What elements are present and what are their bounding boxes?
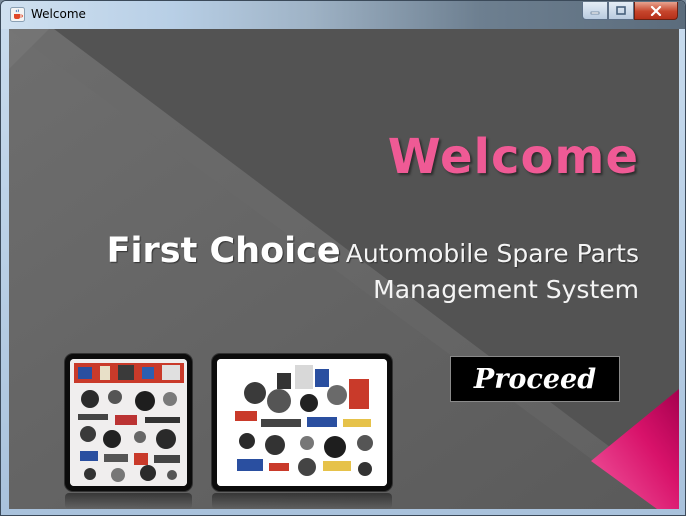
headline-line-2: Management System — [373, 275, 639, 304]
spare-parts-image-1 — [70, 359, 187, 486]
photo-1-reflection — [65, 493, 192, 509]
welcome-panel: Welcome First Choice Automobile Spare Pa… — [9, 29, 679, 509]
spare-parts-photo-1 — [65, 354, 192, 491]
welcome-heading: Welcome — [387, 129, 639, 185]
maximize-button[interactable] — [608, 2, 634, 20]
minimize-button[interactable] — [582, 2, 608, 20]
subtitle-line-2: Management System — [373, 275, 639, 304]
spare-parts-photo-2 — [212, 354, 392, 491]
brand-name: First Choice — [106, 231, 341, 271]
java-cup-icon — [10, 7, 25, 22]
maximize-icon — [616, 6, 626, 15]
subtitle-line-1: Automobile Spare Parts — [345, 239, 639, 268]
window-title: Welcome — [31, 7, 86, 21]
headline-line-1: First Choice Automobile Spare Parts — [107, 231, 639, 271]
close-icon — [650, 5, 662, 16]
minimize-icon — [590, 11, 600, 14]
close-button[interactable] — [634, 2, 678, 20]
title-bar[interactable]: Welcome — [1, 1, 685, 29]
welcome-window: Welcome Welcome First Choice Automobile … — [0, 0, 686, 516]
window-controls — [582, 2, 678, 20]
spare-parts-image-2 — [217, 359, 387, 486]
proceed-button[interactable]: Proceed — [450, 356, 620, 402]
photo-2-reflection — [212, 493, 392, 509]
